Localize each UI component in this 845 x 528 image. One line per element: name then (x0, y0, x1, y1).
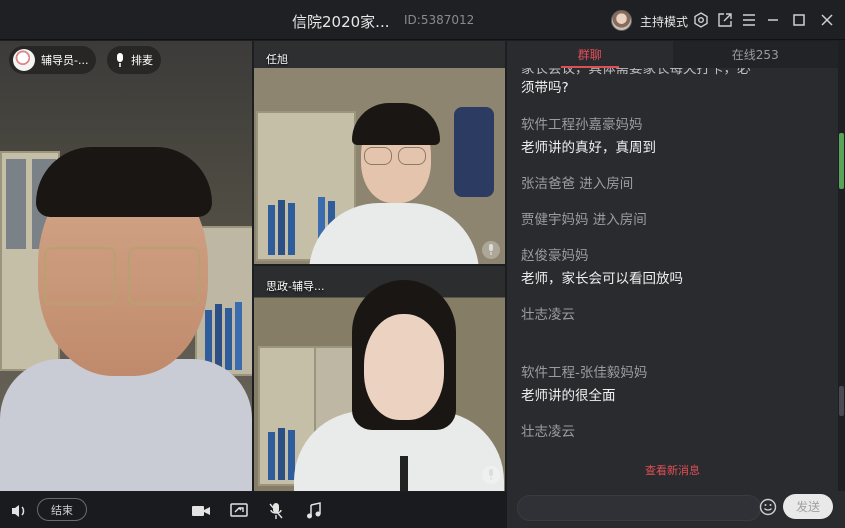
list-item: 壮志凌云 (521, 423, 826, 441)
hanging-jacket (454, 107, 494, 197)
list-item: 壮志凌云 (521, 306, 826, 324)
music-icon[interactable] (304, 501, 324, 521)
glasses-left (364, 147, 392, 165)
end-session-button[interactable]: 结束 (37, 498, 87, 521)
message-sender: 软件工程-张佳毅妈妈 (521, 365, 648, 381)
tab-online-users[interactable]: 在线253 (672, 41, 838, 68)
microphone-icon (117, 53, 123, 67)
list-item: 贾健宇妈妈 进入房间 (521, 211, 826, 229)
message-sender: 壮志凌云 (521, 424, 575, 440)
person-hair (352, 103, 440, 145)
maximize-icon[interactable] (790, 11, 808, 29)
message-text-continued: 须带吗? (521, 80, 569, 96)
mic-muted-icon (482, 466, 500, 484)
mic-muted-icon (482, 241, 500, 259)
queue-mic-button[interactable]: 排麦 (107, 46, 161, 74)
list-item: 软件工程-张佳毅妈妈 老师讲的很全面 (521, 364, 826, 406)
chat-panel: 群聊 在线253 家长会议，具体需要家长每天打卡，必 须带吗? 软件工程孙嘉豪妈… (507, 41, 845, 528)
window-title: 信院2020家... (292, 13, 390, 31)
screen-share-icon[interactable] (229, 501, 249, 521)
queue-mic-label: 排麦 (131, 54, 153, 67)
video-tile-counselor[interactable]: 思政-辅导... (254, 266, 505, 491)
close-icon[interactable] (818, 11, 836, 29)
person-hair (36, 147, 212, 217)
person-shirt (0, 359, 252, 491)
tie (400, 456, 408, 491)
tab-group-chat[interactable]: 群聊 (507, 41, 673, 68)
tile-name-counselor: 思政-辅导... (266, 280, 325, 293)
chat-scrollbar[interactable] (838, 41, 845, 528)
clipped-message-line: 家长会议，具体需要家长每天打卡，必 (521, 68, 751, 77)
speaker-avatar (13, 49, 35, 71)
share-external-icon[interactable] (716, 11, 734, 29)
chat-input[interactable] (517, 495, 761, 521)
message-text: 老师，家长会可以看回放吗 (521, 271, 683, 287)
host-avatar[interactable] (611, 10, 632, 31)
message-sender: 壮志凌云 (521, 307, 575, 323)
microphone-icon[interactable] (266, 501, 286, 521)
list-item: 张洁爸爸 进入房间 (521, 175, 826, 193)
glasses-right (398, 147, 426, 165)
camera-icon[interactable] (191, 501, 211, 521)
chat-scrollbar-thumb[interactable] (839, 386, 844, 416)
view-new-messages-link[interactable]: 查看新消息 (507, 462, 838, 478)
list-item: 软件工程孙嘉豪妈妈 老师讲的真好，真周到 (521, 116, 826, 158)
main-video-tile[interactable]: 辅导员-... 排麦 (0, 41, 252, 491)
settings-gear-icon[interactable] (692, 11, 710, 29)
main-speaker-pill[interactable]: 辅导员-... (9, 46, 97, 74)
volume-level-indicator (839, 133, 844, 189)
main-speaker-name: 辅导员-... (41, 54, 89, 67)
join-notice: 张洁爸爸 进入房间 (521, 176, 634, 192)
message-list: 家长会议，具体需要家长每天打卡，必 须带吗? 软件工程孙嘉豪妈妈 老师讲的真好，… (521, 68, 826, 478)
message-text: 老师讲的很全面 (521, 388, 616, 404)
emoji-icon[interactable] (759, 498, 779, 518)
video-tile-renxu[interactable]: 任旭 (254, 41, 505, 264)
glasses-left (44, 247, 116, 305)
message-sender: 赵俊豪妈妈 (521, 248, 589, 264)
message-sender: 软件工程孙嘉豪妈妈 (521, 117, 643, 133)
chat-input-row: 发送 (507, 491, 845, 528)
join-notice: 贾健宇妈妈 进入房间 (521, 212, 647, 228)
host-mode-label[interactable]: 主持模式 (640, 13, 688, 30)
glasses-right (128, 247, 200, 305)
person-face (364, 314, 444, 420)
message-text: 老师讲的真好，真周到 (521, 140, 656, 156)
room-id: ID:5387012 (404, 13, 475, 27)
chat-tabs: 群聊 在线253 (507, 41, 838, 68)
tile-name-renxu: 任旭 (266, 53, 288, 66)
send-button[interactable]: 发送 (783, 494, 833, 519)
title-bar: 信院2020家... ID:5387012 主持模式 (0, 0, 845, 40)
control-bar: 结束 (0, 492, 507, 528)
menu-icon[interactable] (740, 11, 758, 29)
list-item: 赵俊豪妈妈 老师，家长会可以看回放吗 (521, 247, 826, 289)
minimize-icon[interactable] (764, 11, 782, 29)
speaker-volume-icon[interactable] (9, 501, 29, 521)
